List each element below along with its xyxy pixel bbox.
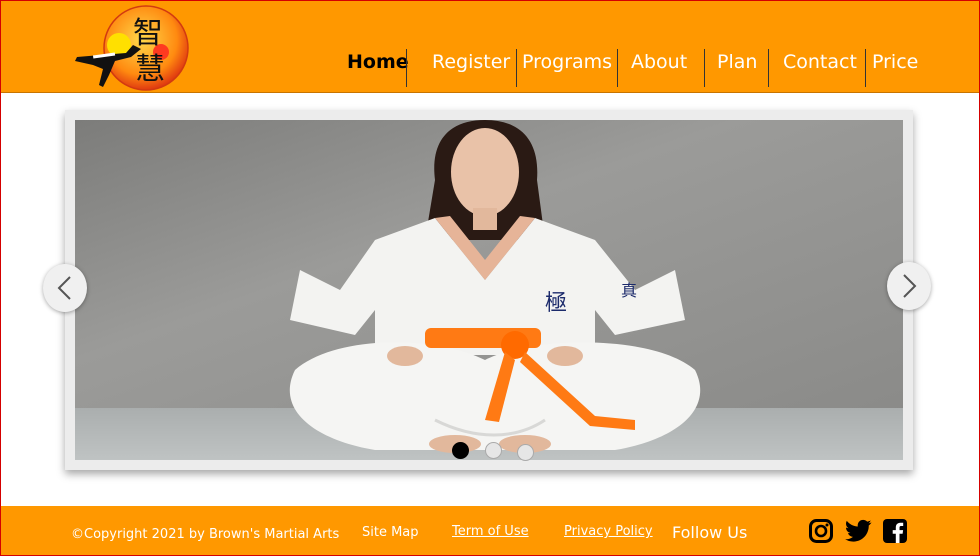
copyright-text: ©Copyright 2021 by Brown's Martial Arts — [71, 527, 340, 542]
hero-slider: 極 真 — [43, 110, 931, 470]
nav-plan[interactable]: Plan — [717, 47, 757, 87]
karate-student-photo: 極 真 — [75, 120, 903, 460]
logo-char-1: 智 — [133, 16, 163, 51]
nav-home[interactable]: Home — [347, 47, 409, 87]
slider-dot-3[interactable] — [517, 444, 534, 461]
site-header: 智 慧 Home Register Programs About Plan Co… — [1, 1, 979, 93]
nav-price[interactable]: Price — [872, 47, 918, 87]
instagram-icon[interactable] — [809, 519, 833, 543]
nav-divider — [406, 49, 407, 87]
facebook-icon[interactable] — [883, 519, 907, 543]
nav-about[interactable]: About — [631, 47, 687, 87]
nav-divider — [516, 49, 517, 87]
nav-register[interactable]: Register — [432, 47, 510, 87]
nav-divider — [865, 49, 866, 87]
twitter-icon[interactable] — [845, 519, 872, 543]
slider-next-button[interactable] — [887, 262, 931, 310]
chevron-left-icon — [57, 276, 71, 300]
slider-dot-2[interactable] — [485, 442, 502, 459]
follow-us-label: Follow Us — [672, 523, 748, 542]
site-footer: ©Copyright 2021 by Brown's Martial Arts … — [1, 506, 979, 555]
site-map-link[interactable]: Site Map — [362, 525, 419, 540]
logo-emblem: 智 慧 — [75, 5, 189, 91]
svg-text:極: 極 — [545, 291, 567, 316]
nav-contact[interactable]: Contact — [783, 47, 857, 87]
svg-text:真: 真 — [621, 281, 637, 300]
nav-divider — [768, 49, 769, 87]
slide-image: 極 真 — [75, 120, 903, 460]
site-logo[interactable]: 智 慧 — [71, 5, 191, 91]
nav-programs[interactable]: Programs — [522, 47, 612, 87]
slider-prev-button[interactable] — [43, 264, 87, 312]
nav-divider — [617, 49, 618, 87]
chevron-right-icon — [903, 274, 917, 298]
nav-divider — [704, 49, 705, 87]
privacy-link[interactable]: Privacy Policy — [564, 524, 653, 539]
logo-char-2: 慧 — [135, 52, 165, 87]
terms-link[interactable]: Term of Use — [452, 524, 529, 539]
slider-dot-1[interactable] — [452, 442, 469, 459]
